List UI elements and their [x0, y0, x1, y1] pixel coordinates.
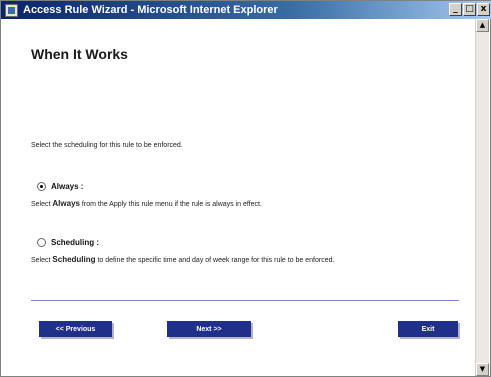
- previous-button[interactable]: << Previous: [39, 321, 112, 337]
- always-desc-bold: Always: [52, 199, 80, 208]
- divider: [31, 300, 459, 301]
- vertical-scrollbar[interactable]: ▲ ▼: [475, 19, 489, 376]
- next-button[interactable]: Next >>: [167, 321, 251, 337]
- scheduling-label[interactable]: Scheduling :: [51, 238, 99, 247]
- always-option[interactable]: Always :: [37, 182, 83, 191]
- window-controls: _ □ x: [449, 3, 490, 16]
- scheduling-description: Select Scheduling to define the specific…: [31, 255, 334, 264]
- always-desc-rest: from the Apply this rule menu if the rul…: [79, 201, 262, 208]
- always-description: Select Always from the Apply this rule m…: [31, 199, 262, 208]
- exit-button[interactable]: Exit: [398, 321, 458, 337]
- title-bar: Access Rule Wizard - Microsoft Internet …: [1, 1, 491, 19]
- always-radio[interactable]: [37, 182, 46, 191]
- browser-window: Access Rule Wizard - Microsoft Internet …: [0, 0, 491, 377]
- intro-text: Select the scheduling for this rule to b…: [31, 142, 183, 149]
- scheduling-desc-prefix: Select: [31, 257, 53, 264]
- scheduling-option[interactable]: Scheduling :: [37, 238, 99, 247]
- close-button[interactable]: x: [477, 3, 490, 16]
- window-title: Access Rule Wizard - Microsoft Internet …: [23, 4, 278, 16]
- ie-window-icon: [5, 3, 18, 17]
- scheduling-desc-rest: to define the specific time and day of w…: [95, 257, 335, 264]
- maximize-button[interactable]: □: [463, 3, 476, 16]
- minimize-button[interactable]: _: [449, 3, 462, 16]
- scroll-down-icon[interactable]: ▼: [476, 363, 489, 376]
- scroll-up-icon[interactable]: ▲: [476, 19, 489, 32]
- wizard-content: When It Works Select the scheduling for …: [1, 19, 475, 376]
- page-title: When It Works: [31, 46, 128, 62]
- scheduling-radio[interactable]: [37, 238, 46, 247]
- scheduling-desc-bold: Scheduling: [52, 255, 96, 264]
- always-label[interactable]: Always :: [51, 182, 83, 191]
- always-desc-prefix: Select: [31, 201, 53, 208]
